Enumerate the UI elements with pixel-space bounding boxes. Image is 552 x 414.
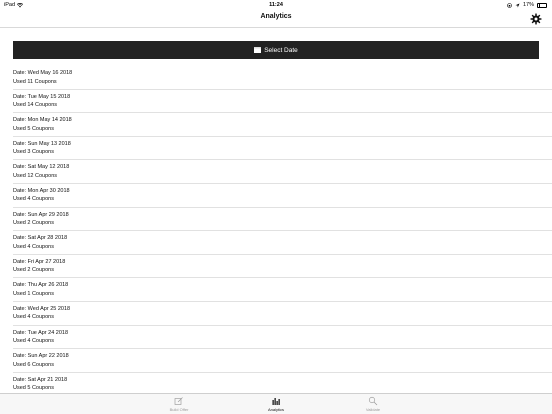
entry-date: Date: Fri Apr 27 2018 (13, 258, 66, 265)
compose-icon (174, 397, 183, 405)
entry-date: Date: Wed May 16 2018 (13, 70, 73, 76)
entry-date: Date: Mon May 14 2018 (13, 117, 72, 124)
entry-date: Date: Tue Apr 24 2018 (13, 329, 69, 336)
entry-coupons-used: Used 11 Coupons (13, 78, 57, 85)
list-item: Date: Sun Apr 22 2018 Used 6 Coupons (13, 349, 552, 373)
entry-coupons-used: Used 3 Coupons (13, 149, 54, 156)
search-icon (368, 396, 378, 406)
entry-coupons-used: Used 5 Coupons (13, 125, 54, 132)
list-item: Date: Mon May 14 2018 Used 5 Coupons (13, 113, 552, 137)
tab-bar: Build Offer Analytics Validate (0, 393, 552, 414)
tab-label: Build Offer (169, 407, 189, 412)
list-item: Date: Tue May 15 2018 Used 14 Coupons (13, 90, 552, 114)
tab-validate[interactable]: Validate (343, 396, 403, 412)
nav-bar: Analytics (0, 10, 552, 28)
select-date-label: Select Date (264, 46, 298, 54)
list-item: Date: Wed Apr 25 2018 Used 4 Coupons (13, 302, 552, 326)
select-date-button[interactable]: Select Date (13, 41, 539, 59)
list-item: Date: Sun Apr 29 2018 Used 2 Coupons (13, 208, 552, 232)
status-bar: iPad 11:24 17% (0, 0, 552, 10)
battery-percent: 17% (522, 2, 534, 8)
gear-icon (530, 13, 542, 25)
settings-button[interactable] (530, 12, 542, 25)
entry-coupons-used: Used 4 Coupons (13, 338, 54, 345)
entry-coupons-used: Used 4 Coupons (13, 243, 54, 250)
list-item: Date: Sat Apr 28 2018 Used 4 Coupons (13, 231, 552, 255)
tab-label: Validate (365, 407, 381, 412)
entry-date: Date: Thu Apr 26 2018 (13, 282, 69, 289)
tab-build-offer[interactable]: Build Offer (149, 396, 209, 412)
entry-coupons-used: Used 4 Coupons (13, 314, 54, 321)
entry-date: Date: Sun Apr 22 2018 (13, 353, 69, 360)
list-item: Date: Wed May 16 2018 Used 11 Coupons (13, 66, 552, 90)
entry-date: Date: Mon Apr 30 2018 (13, 187, 70, 194)
bar-chart-icon (272, 398, 280, 405)
entry-coupons-used: Used 2 Coupons (13, 220, 54, 227)
list-item: Date: Fri Apr 27 2018 Used 2 Coupons (13, 255, 552, 279)
calendar-icon (254, 47, 262, 53)
status-time: 11:24 (269, 2, 283, 8)
list-item: Date: Sat May 12 2018 Used 12 Coupons (13, 160, 552, 184)
battery-icon (537, 2, 547, 8)
tab-label: Analytics (267, 407, 284, 412)
list-item: Date: Sun May 13 2018 Used 3 Coupons (13, 137, 552, 161)
entry-date: Date: Wed Apr 25 2018 (13, 305, 71, 312)
entry-date: Date: Tue May 15 2018 (13, 93, 71, 100)
orientation-lock-icon (507, 2, 512, 8)
entry-coupons-used: Used 12 Coupons (13, 172, 58, 179)
entry-coupons-used: Used 4 Coupons (13, 196, 54, 203)
entry-coupons-used: Used 5 Coupons (13, 385, 54, 392)
entry-coupons-used: Used 6 Coupons (13, 361, 54, 368)
entry-coupons-used: Used 2 Coupons (13, 267, 54, 274)
location-icon (515, 3, 520, 7)
list-item: Date: Mon Apr 30 2018 Used 4 Coupons (13, 184, 552, 208)
list-item: Date: Thu Apr 26 2018 Used 1 Coupons (13, 278, 552, 302)
entry-date: Date: Sun May 13 2018 (13, 140, 71, 147)
entry-coupons-used: Used 1 Coupons (13, 290, 54, 297)
entry-date: Date: Sat Apr 21 2018 (13, 376, 68, 383)
entry-date: Date: Sat Apr 28 2018 (13, 235, 68, 242)
entry-date: Date: Sat May 12 2018 (13, 164, 70, 171)
list-item: Date: Tue Apr 24 2018 Used 4 Coupons (13, 326, 552, 350)
status-right: 17% (507, 2, 547, 8)
coupon-usage-list: Date: Wed May 16 2018 Used 11 Coupons Date… (0, 66, 552, 397)
entry-coupons-used: Used 14 Coupons (13, 102, 58, 109)
entry-date: Date: Sun Apr 29 2018 (13, 211, 69, 218)
tab-analytics[interactable]: Analytics (246, 396, 306, 412)
page-title: Analytics (260, 13, 292, 20)
